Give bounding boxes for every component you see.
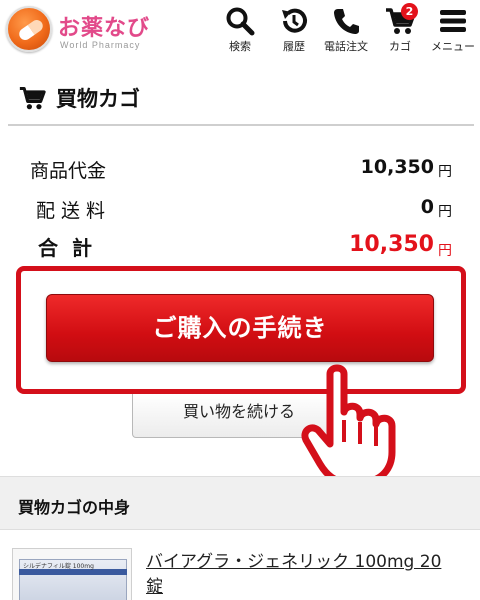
cart-contents-heading: 買物カゴの中身 bbox=[18, 498, 131, 517]
total-value: 10,350 bbox=[349, 232, 434, 257]
nav-label-phone: 電話注文 bbox=[324, 40, 368, 53]
page-title-text: 買物カゴ bbox=[56, 87, 140, 111]
phone-icon bbox=[334, 9, 359, 34]
shipping-label: 配送料 bbox=[36, 200, 112, 222]
site-logo[interactable]: お薬なび World Pharmacy bbox=[6, 6, 156, 54]
hand-pointer-icon bbox=[301, 364, 396, 486]
nav-label-cart: カゴ bbox=[389, 40, 411, 53]
cart-icon bbox=[19, 86, 46, 110]
nav-search[interactable]: 検索 bbox=[222, 6, 258, 56]
currency-unit: 円 bbox=[438, 164, 452, 180]
nav-menu[interactable]: メニュー bbox=[428, 6, 478, 56]
currency-unit: 円 bbox=[438, 204, 452, 220]
nav-phone-order[interactable]: 電話注文 bbox=[320, 6, 372, 56]
product-thumbnail[interactable]: シルデナフィル錠 100mg bbox=[12, 548, 132, 600]
search-icon bbox=[226, 7, 255, 36]
cart-contents-header: 買物カゴの中身 bbox=[0, 476, 480, 530]
nav-label-history: 履歴 bbox=[283, 40, 305, 53]
shipping-row: 配送料 0 円 bbox=[30, 196, 452, 226]
product-name-link[interactable]: バイアグラ・ジェネリック 100mg 20 錠 bbox=[146, 550, 456, 600]
pill-logo-icon bbox=[6, 6, 52, 52]
currency-unit: 円 bbox=[438, 243, 452, 259]
divider bbox=[8, 124, 474, 126]
checkout-button[interactable]: ご購入の手続き bbox=[46, 294, 434, 362]
logo-subtitle: World Pharmacy bbox=[60, 40, 141, 50]
total-label: 合計 bbox=[38, 236, 106, 260]
site-header: お薬なび World Pharmacy 検索 履歴 電話注文 2 カゴ メニュー bbox=[0, 0, 480, 62]
nav-label-search: 検索 bbox=[229, 40, 251, 53]
subtotal-row: 商品代金 10,350 円 bbox=[30, 156, 452, 186]
logo-title: お薬なび bbox=[58, 16, 151, 41]
nav-cart[interactable]: 2 カゴ bbox=[380, 3, 420, 56]
nav-history[interactable]: 履歴 bbox=[274, 6, 314, 56]
shipping-value: 0 bbox=[420, 196, 434, 218]
subtotal-label: 商品代金 bbox=[30, 160, 107, 182]
menu-icon bbox=[440, 10, 466, 32]
product-thumbnail-text: シルデナフィル錠 100mg bbox=[23, 563, 94, 570]
nav-label-menu: メニュー bbox=[431, 40, 475, 53]
page-title: 買物カゴ bbox=[18, 82, 140, 114]
history-icon bbox=[282, 8, 307, 33]
total-row: 合計 10,350 円 bbox=[30, 232, 452, 262]
cart-count-badge: 2 bbox=[401, 3, 418, 20]
subtotal-value: 10,350 bbox=[360, 156, 434, 178]
